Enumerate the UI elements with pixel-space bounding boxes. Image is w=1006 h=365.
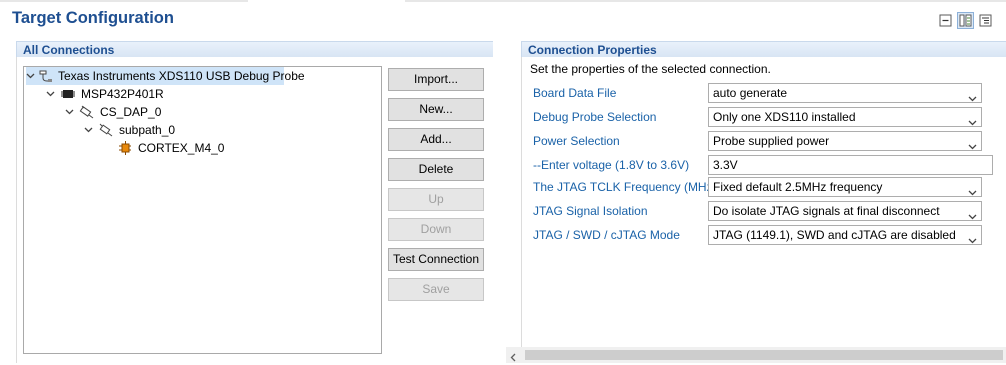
debug-probe-selection-label: Debug Probe Selection (533, 110, 657, 124)
power-selection-label: Power Selection (533, 134, 620, 148)
tree-label: CS_DAP_0 (100, 105, 162, 119)
combo-value: Fixed default 2.5MHz frequency (713, 180, 883, 194)
all-connections-header: All Connections (16, 41, 493, 57)
voltage-input[interactable]: 3.3V (708, 155, 993, 175)
chevron-down-icon (968, 137, 977, 155)
board-data-file-label: Board Data File (533, 86, 617, 100)
tree-label: MSP432P401R (81, 87, 164, 101)
combo-value: JTAG (1149.1), SWD and cJTAG are disable… (713, 228, 956, 242)
signal-isolation-label: JTAG Signal Isolation (533, 204, 648, 218)
jtag-mode-select[interactable]: JTAG (1149.1), SWD and cJTAG are disable… (708, 225, 982, 245)
chevron-down-icon (968, 113, 977, 131)
voltage-label: --Enter voltage (1.8V to 3.6V) (533, 158, 690, 172)
tree-row-probe[interactable]: Texas Instruments XDS110 USB Debug Probe (26, 67, 305, 85)
chevron-down-icon[interactable] (82, 121, 94, 139)
tree-row-dap[interactable]: CS_DAP_0 (63, 103, 161, 121)
tclk-frequency-label: The JTAG TCLK Frequency (MHz) (533, 180, 717, 194)
panel-border (521, 57, 522, 347)
properties-description: Set the properties of the selected conne… (530, 62, 771, 76)
connections-tree[interactable]: Texas Instruments XDS110 USB Debug Probe… (23, 66, 382, 354)
import-button[interactable]: Import... (388, 68, 484, 91)
tclk-frequency-select[interactable]: Fixed default 2.5MHz frequency (708, 177, 982, 197)
connection-properties-header: Connection Properties (521, 41, 1006, 57)
page-title: Target Configuration (12, 9, 174, 27)
up-button[interactable]: Up (388, 188, 484, 211)
chevron-down-icon[interactable] (44, 85, 56, 103)
jtag-mode-label: JTAG / SWD / cJTAG Mode (533, 228, 680, 242)
scrollbar-thumb[interactable] (525, 350, 1003, 360)
combo-value: Only one XDS110 installed (713, 110, 856, 124)
top-divider (0, 0, 1006, 2)
tree-row-core[interactable]: CORTEX_M4_0 (101, 139, 224, 157)
chevron-down-icon (968, 231, 977, 249)
delete-button[interactable]: Delete (388, 158, 484, 181)
basic-view-icon[interactable] (957, 12, 974, 29)
chip-icon (60, 86, 76, 102)
chevron-down-icon (968, 207, 977, 225)
tree-row-subpath[interactable]: subpath_0 (82, 121, 175, 139)
debug-probe-icon (39, 68, 53, 84)
add-button[interactable]: Add... (388, 128, 484, 151)
combo-value: Probe supplied power (713, 134, 830, 148)
tree-label: Texas Instruments XDS110 USB Debug Probe (58, 69, 305, 83)
test-connection-button[interactable]: Test Connection (388, 248, 484, 271)
chevron-down-icon[interactable] (63, 103, 75, 121)
save-button[interactable]: Save (388, 278, 484, 301)
chevron-down-icon (968, 183, 977, 201)
down-button[interactable]: Down (388, 218, 484, 241)
panel-border (16, 57, 17, 363)
tree-label: CORTEX_M4_0 (138, 141, 225, 155)
router-icon (79, 104, 95, 120)
tree-label: subpath_0 (119, 123, 176, 137)
tree-row-device[interactable]: MSP432P401R (44, 85, 164, 103)
collapse-all-icon[interactable] (937, 12, 954, 29)
new-button[interactable]: New... (388, 98, 484, 121)
combo-value: Do isolate JTAG signals at final disconn… (713, 204, 940, 218)
combo-value: auto generate (713, 86, 788, 100)
power-selection-select[interactable]: Probe supplied power (708, 131, 982, 151)
chevron-down-icon (968, 89, 977, 107)
signal-isolation-select[interactable]: Do isolate JTAG signals at final disconn… (708, 201, 982, 221)
cpu-core-icon (117, 140, 133, 156)
board-data-file-select[interactable]: auto generate (708, 83, 982, 103)
subpath-icon (98, 122, 114, 138)
chevron-down-icon[interactable] (26, 67, 35, 85)
view-toolbar (937, 12, 994, 29)
advanced-view-icon[interactable] (977, 12, 994, 29)
debug-probe-selection-select[interactable]: Only one XDS110 installed (708, 107, 982, 127)
horizontal-scrollbar[interactable] (506, 347, 1006, 363)
